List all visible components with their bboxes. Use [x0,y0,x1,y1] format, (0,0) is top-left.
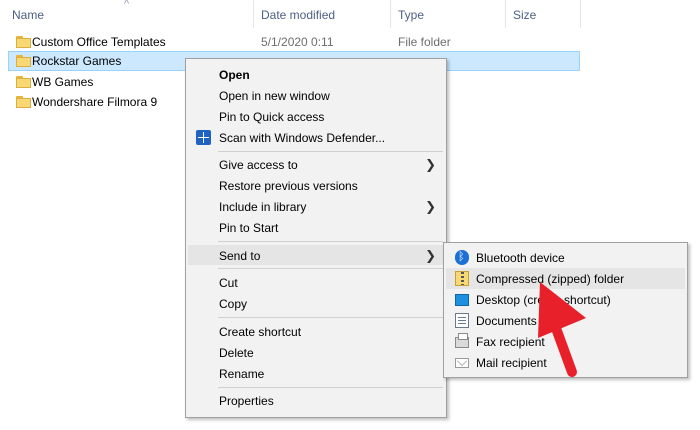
menu-item-cut[interactable]: Cut [188,272,444,292]
menu-item-properties[interactable]: Properties [188,390,444,410]
folder-icon [16,76,31,88]
folder-icon [16,55,31,67]
column-divider[interactable] [505,0,506,28]
menu-item-delete[interactable]: Delete [188,342,444,362]
menu-item-create-shortcut[interactable]: Create shortcut [188,321,444,341]
menu-item-send-to[interactable]: Send to ❯ [188,245,444,265]
send-to-fax[interactable]: Fax recipient [446,331,685,352]
bluetooth-icon [455,250,469,265]
column-divider[interactable] [253,0,254,28]
sort-ascending-icon[interactable]: ^ [124,0,129,10]
column-header: ^ Name Date modified Type Size [0,0,700,30]
send-to-mail[interactable]: Mail recipient [446,352,685,373]
menu-separator [218,151,443,152]
folder-icon [16,96,31,108]
file-type: File folder [398,35,451,49]
chevron-right-icon: ❯ [425,248,436,263]
menu-separator [218,268,443,269]
context-menu: Open Open in new window Pin to Quick acc… [185,58,447,418]
column-name[interactable]: Name [12,8,44,22]
file-name: Custom Office Templates [32,35,166,49]
menu-item-rename[interactable]: Rename [188,363,444,383]
chevron-right-icon: ❯ [425,199,436,214]
column-type[interactable]: Type [398,8,424,22]
menu-separator [218,387,443,388]
menu-item-pin-start[interactable]: Pin to Start [188,217,444,237]
column-date-modified[interactable]: Date modified [261,8,335,22]
column-divider[interactable] [580,0,581,28]
zip-folder-icon [455,271,469,286]
menu-item-open-new-window[interactable]: Open in new window [188,85,444,105]
menu-item-include-library[interactable]: Include in library ❯ [188,196,444,216]
desktop-icon [455,294,469,306]
send-to-documents[interactable]: Documents [446,310,685,331]
menu-item-pin-quick-access[interactable]: Pin to Quick access [188,106,444,126]
mail-icon [455,358,469,368]
windows-defender-icon [196,130,211,145]
menu-separator [218,317,443,318]
send-to-compressed-folder[interactable]: Compressed (zipped) folder [446,268,685,289]
file-name: WB Games [32,75,94,89]
file-name: Wondershare Filmora 9 [32,95,158,109]
column-divider[interactable] [390,0,391,28]
menu-item-copy[interactable]: Copy [188,293,444,313]
send-to-submenu: Bluetooth device Compressed (zipped) fol… [443,242,688,378]
column-size[interactable]: Size [513,8,536,22]
folder-icon [16,36,31,48]
fax-icon [455,333,469,348]
chevron-right-icon: ❯ [425,157,436,172]
file-name: Rockstar Games [32,54,122,68]
menu-item-give-access[interactable]: Give access to ❯ [188,154,444,174]
documents-icon [455,313,469,328]
file-date: 5/1/2020 0:11 [261,35,334,49]
menu-separator [218,241,443,242]
menu-item-scan-defender[interactable]: Scan with Windows Defender... [188,127,444,147]
send-to-desktop[interactable]: Desktop (create shortcut) [446,289,685,310]
file-row[interactable]: Custom Office Templates 5/1/2020 0:11 Fi… [8,32,580,52]
menu-item-open[interactable]: Open [188,64,444,84]
send-to-bluetooth[interactable]: Bluetooth device [446,247,685,268]
menu-item-restore-versions[interactable]: Restore previous versions [188,175,444,195]
